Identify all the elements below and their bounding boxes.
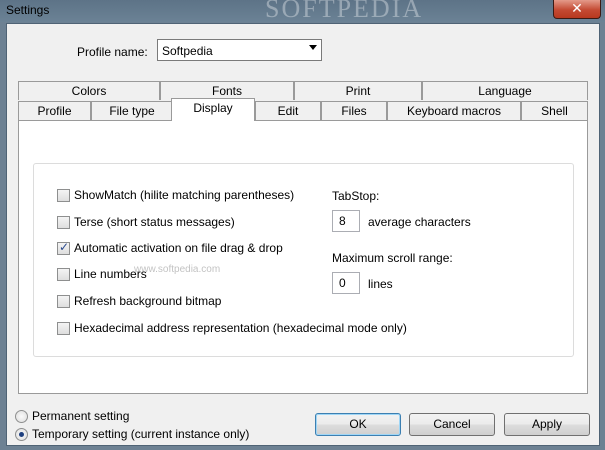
tabstop-input[interactable]: 8 <box>332 210 360 232</box>
tab-print[interactable]: Print <box>294 81 422 100</box>
radio-label: Temporary setting (current instance only… <box>32 427 250 441</box>
apply-button[interactable]: Apply <box>504 413 590 436</box>
dialog-client: Profile name: Softpedia Colors Fonts Pri… <box>6 23 600 446</box>
scroll-range-label: Maximum scroll range: <box>332 251 453 265</box>
scroll-range-input[interactable]: 0 <box>332 272 360 294</box>
tab-language[interactable]: Language <box>422 81 588 100</box>
radio-circle[interactable] <box>15 410 28 423</box>
tabstop-value: 8 <box>339 214 346 228</box>
tab-files[interactable]: Files <box>321 101 387 120</box>
profile-name-label: Profile name: <box>77 45 148 59</box>
checkbox-box[interactable] <box>57 295 70 308</box>
cancel-button[interactable]: Cancel <box>409 413 495 436</box>
tab-label: Keyboard macros <box>406 104 502 118</box>
tab-label: Language <box>478 84 532 98</box>
checkmark-icon: ✓ <box>59 240 70 254</box>
checkbox-box[interactable]: ✓ <box>57 240 70 255</box>
ok-button[interactable]: OK <box>315 413 401 436</box>
checkbox-label: Terse (short status messages) <box>74 215 235 229</box>
checkbox-label: ShowMatch (hilite matching parentheses) <box>74 188 295 202</box>
tab-label: Files <box>341 104 367 118</box>
tab-colors[interactable]: Colors <box>18 81 160 100</box>
close-button[interactable]: ✕ <box>553 0 601 19</box>
checkbox-box[interactable] <box>57 268 70 281</box>
tab-label: Display <box>193 101 233 115</box>
radio-label: Permanent setting <box>32 409 130 423</box>
chevron-down-icon <box>309 45 317 50</box>
tab-label: Shell <box>541 104 568 118</box>
tab-label: File type <box>109 104 155 118</box>
profile-name-value: Softpedia <box>162 44 213 58</box>
watermark-logo: SOFTPEDIA <box>265 0 424 23</box>
tab-label: Fonts <box>211 84 242 98</box>
tab-keyboard-macros[interactable]: Keyboard macros <box>387 101 521 120</box>
window-title: Settings <box>6 3 50 17</box>
tab-shell[interactable]: Shell <box>521 101 588 120</box>
checkbox-box[interactable] <box>57 216 70 229</box>
tab-file-type[interactable]: File type <box>91 101 173 120</box>
display-options-group: ShowMatch (hilite matching parentheses) … <box>33 163 574 357</box>
tab-profile[interactable]: Profile <box>18 101 91 120</box>
tab-label: Edit <box>277 104 299 118</box>
title-bar[interactable]: Settings SOFTPEDIA ✕ <box>0 0 605 23</box>
checkbox-label: Hexadecimal address representation (hexa… <box>74 321 407 335</box>
tab-label: Profile <box>37 104 72 118</box>
tab-display[interactable]: Display <box>171 98 255 121</box>
tabstop-label: TabStop: <box>332 189 380 203</box>
profile-name-dropdown[interactable]: Softpedia <box>157 39 322 61</box>
scroll-range-unit: lines <box>368 277 393 291</box>
checkbox-box[interactable] <box>57 189 70 202</box>
radio-circle[interactable] <box>15 428 28 441</box>
tab-label: Colors <box>71 84 107 98</box>
tab-edit[interactable]: Edit <box>255 101 321 120</box>
inline-watermark: www.softpedia.com <box>134 264 221 275</box>
tab-label: Print <box>345 84 371 98</box>
display-tab-panel: ShowMatch (hilite matching parentheses) … <box>18 120 588 394</box>
checkbox-label: Automatic activation on file drag & drop <box>74 241 283 255</box>
checkbox-label: Refresh background bitmap <box>74 294 222 308</box>
settings-window: Settings SOFTPEDIA ✕ Profile name: Softp… <box>0 0 605 450</box>
radio-selected-dot <box>19 432 24 437</box>
checkbox-box[interactable] <box>57 322 70 335</box>
close-icon: ✕ <box>571 0 583 16</box>
scroll-range-value: 0 <box>339 276 346 290</box>
tabstop-unit: average characters <box>368 215 471 229</box>
